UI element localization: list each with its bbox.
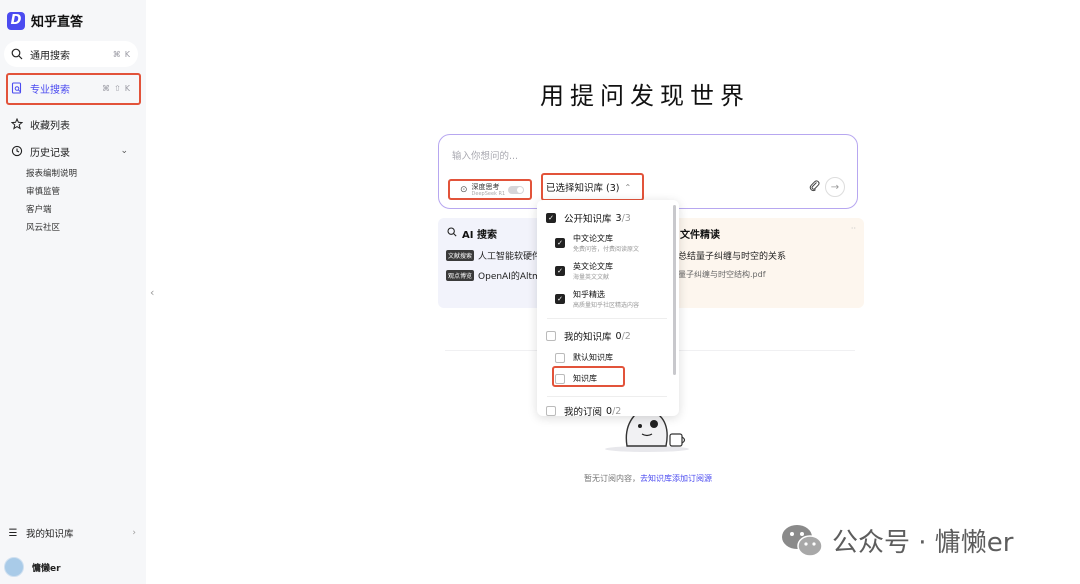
- paperclip-icon[interactable]: [809, 179, 820, 195]
- history-item[interactable]: 审慎监管: [26, 185, 60, 197]
- arrow-right-icon: →: [830, 181, 840, 193]
- question-input[interactable]: 输入你想问的...: [452, 148, 518, 162]
- card-title: 文件精读: [680, 230, 720, 241]
- my-kb-group[interactable]: 我的知识库 0/2: [546, 329, 631, 343]
- chevron-down-icon: ⌄: [120, 146, 128, 156]
- logo-icon: D: [7, 11, 25, 30]
- checkbox-checked[interactable]: ✓: [546, 213, 556, 223]
- search-icon: [447, 227, 457, 240]
- subscriptions-group[interactable]: 我的订阅 0/2: [546, 404, 621, 416]
- public-kb-group[interactable]: ✓ 公开知识库 3/3: [546, 211, 631, 225]
- more-icon[interactable]: ··: [851, 224, 856, 233]
- wechat-icon: [780, 523, 824, 559]
- knowledge-base-selector[interactable]: 已选择知识库 (3) ⌃: [541, 173, 644, 201]
- clock-icon: [10, 144, 24, 158]
- deep-think-model: DeepSeek R1: [471, 190, 506, 197]
- card-title: AI 搜索: [462, 230, 497, 241]
- user-profile[interactable]: 慵懒er: [4, 557, 61, 577]
- kb-item-chinese-papers[interactable]: ✓ 中文论文库 免费问答，付费阅读原文: [555, 233, 639, 253]
- ai-search-card[interactable]: AI 搜索 文献搜索 人工智能软硬件 观点博览 OpenAI的Altm: [438, 218, 542, 308]
- star-icon: [10, 117, 24, 131]
- search-icon: [10, 47, 24, 61]
- sidebar-item-favorites[interactable]: 收藏列表: [4, 111, 138, 137]
- suggestion-item[interactable]: 观点博览 OpenAI的Altm: [446, 269, 541, 282]
- empty-state-message: 暂无订阅内容，去知识库添加订阅源: [584, 474, 712, 483]
- tag-badge: 观点博览: [446, 270, 475, 281]
- deep-think-label: 深度思考: [471, 182, 500, 191]
- sidebar-item-history[interactable]: 历史记录 ⌄: [4, 138, 138, 164]
- kb-item-zhihu-selected[interactable]: ✓ 知乎精选 高质量知乎社区精选内容: [555, 289, 639, 309]
- add-subscription-link[interactable]: 去知识库添加订阅源: [640, 474, 712, 483]
- chevron-up-icon: ⌃: [624, 182, 632, 192]
- sidebar-item-label: 历史记录: [30, 147, 70, 159]
- page-title: 用提问发现世界: [540, 82, 750, 110]
- history-item[interactable]: 报表编制说明: [26, 167, 77, 179]
- checkbox-checked[interactable]: ✓: [555, 238, 565, 248]
- shortcut-hint: ⌘ K: [112, 49, 130, 59]
- sidebar-item-my-knowledge-base[interactable]: ☰ 我的知识库 ›: [6, 523, 136, 543]
- suggestion-item[interactable]: 文献搜索 人工智能软硬件: [446, 249, 541, 262]
- chevron-right-icon: ›: [132, 528, 136, 538]
- user-name: 慵懒er: [32, 563, 61, 574]
- sidebar-item-label: 我的知识库: [26, 529, 74, 540]
- watermark: 公众号 · 慵懒er: [780, 522, 1013, 559]
- checkbox-checked[interactable]: ✓: [555, 294, 565, 304]
- file-reading-card[interactable]: 文件精读 ·· 总结量子纠缠与时空的关系 量子纠缠与时空结构.pdf: [674, 218, 864, 308]
- toggle-switch[interactable]: [508, 186, 524, 194]
- checkbox-unchecked[interactable]: [555, 352, 565, 363]
- watermark-text: 公众号 · 慵懒er: [832, 528, 1014, 558]
- kb-selector-label: 已选择知识库 (3): [546, 183, 620, 194]
- send-button[interactable]: →: [825, 177, 845, 197]
- checkbox-unchecked[interactable]: [546, 331, 556, 341]
- history-item[interactable]: 风云社区: [26, 221, 60, 233]
- knowledge-base-dropdown: ✓ 公开知识库 3/3 ✓ 中文论文库 免费问答，付费阅读原文 ✓ 英文论文库 海量…: [537, 200, 679, 416]
- kb-item-default[interactable]: 默认知识库: [555, 352, 613, 363]
- divider: [547, 396, 667, 397]
- annotation-highlight-box: [552, 366, 625, 387]
- checkbox-checked[interactable]: ✓: [555, 266, 565, 276]
- database-icon: ☰: [8, 527, 18, 539]
- kb-item-english-papers[interactable]: ✓ 英文论文库 海量英文文献: [555, 261, 613, 281]
- file-name[interactable]: 量子纠缠与时空结构.pdf: [678, 269, 766, 280]
- history-item[interactable]: 客户端: [26, 203, 52, 215]
- deep-think-toggle[interactable]: ⊙ 深度思考 DeepSeek R1: [448, 179, 532, 200]
- sidebar-item-label: 收藏列表: [30, 120, 70, 132]
- atom-icon: ⊙: [460, 184, 468, 195]
- app-logo[interactable]: D 知乎直答: [7, 11, 83, 30]
- checkbox-unchecked[interactable]: [546, 406, 556, 416]
- avatar: [4, 557, 24, 577]
- question-input-box[interactable]: 输入你想问的... ⊙ 深度思考 DeepSeek R1 已选择知识库 (3) …: [438, 134, 858, 209]
- sidebar-item-label: 通用搜索: [30, 50, 70, 62]
- collapse-sidebar-icon[interactable]: ‹: [150, 286, 154, 299]
- app-name: 知乎直答: [31, 15, 84, 30]
- divider: [547, 318, 667, 319]
- tag-badge: 文献搜索: [446, 250, 475, 261]
- sidebar-item-general-search[interactable]: 通用搜索 ⌘ K: [4, 41, 138, 67]
- suggestion-item[interactable]: 总结量子纠缠与时空的关系: [678, 249, 786, 262]
- scrollbar[interactable]: [673, 205, 676, 375]
